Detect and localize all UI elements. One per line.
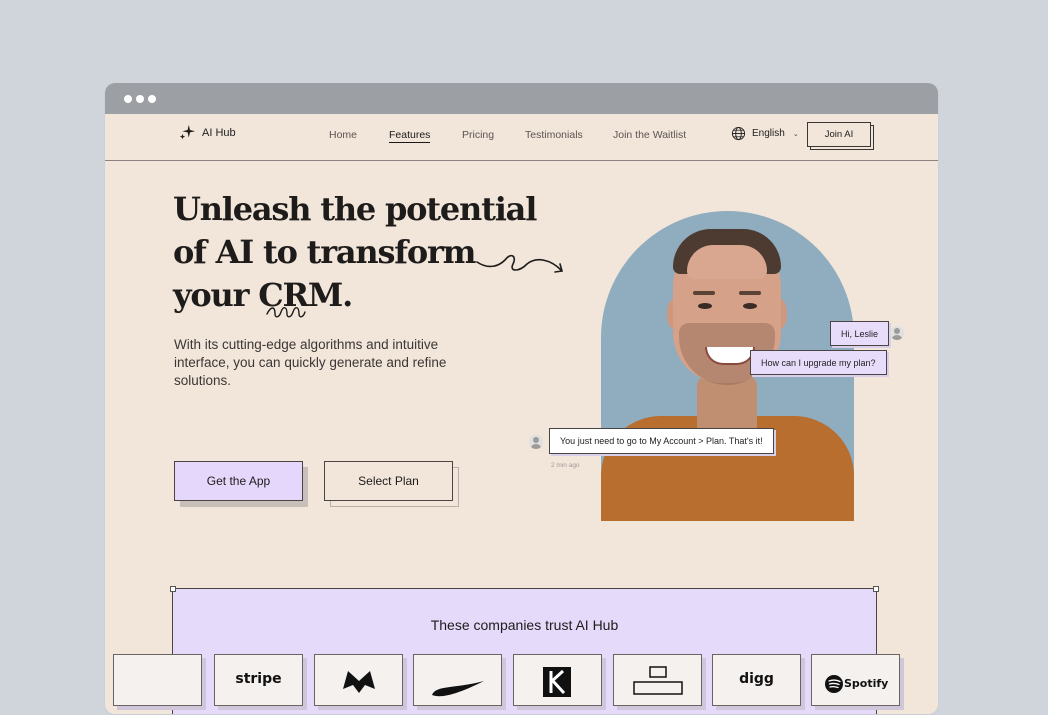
globe-icon — [731, 126, 746, 141]
user-avatar-icon — [890, 326, 904, 340]
portrait-eye — [698, 303, 712, 309]
hero-title-line: Unleash the potential — [173, 190, 537, 228]
chat-bubble-greeting: Hi, Leslie — [830, 321, 890, 346]
companies-section: These companies trust AI Hub stripe digg… — [113, 586, 900, 714]
join-ai-button[interactable]: Join AI — [807, 122, 871, 147]
selection-handle[interactable] — [170, 586, 176, 592]
get-app-button[interactable]: Get the App — [174, 461, 303, 501]
company-logo-mark — [314, 654, 403, 706]
company-logo-stripe: stripe — [214, 654, 303, 706]
k-logo-icon — [543, 667, 571, 697]
sparkle-icon — [179, 124, 196, 140]
browser-titlebar — [105, 83, 938, 114]
landing-page: AI Hub Home Features Pricing Testimonial… — [105, 114, 938, 714]
chat-timestamp: 2 min ago — [551, 462, 580, 469]
select-plan-button[interactable]: Select Plan — [324, 461, 453, 501]
nike-logo-icon — [432, 681, 484, 697]
hero-subtitle: With its cutting-edge algorithms and int… — [174, 337, 447, 388]
portrait-eye — [743, 303, 757, 309]
portrait-neck — [697, 376, 757, 436]
top-nav: AI Hub Home Features Pricing Testimonial… — [105, 114, 938, 161]
company-logo-digg: digg — [712, 654, 801, 706]
join-ai-button-wrap: Join AI — [807, 122, 874, 150]
get-app-button-wrap: Get the App — [174, 461, 310, 507]
select-plan-button-wrap: Select Plan — [324, 461, 460, 507]
nav-link-testimonials[interactable]: Testimonials — [525, 129, 583, 141]
company-logo-spotify: Spotify — [811, 654, 900, 706]
nav-link-home[interactable]: Home — [329, 129, 357, 141]
spotify-logo-text: Spotify — [844, 677, 889, 690]
language-selector[interactable]: English ⌄ — [731, 126, 799, 141]
company-logo-k — [513, 654, 602, 706]
chevron-down-icon: ⌄ — [792, 130, 799, 138]
chat-bubble-question: How can I upgrade my plan? — [750, 350, 887, 375]
portrait-forehead — [687, 245, 767, 279]
window-dot — [148, 95, 156, 103]
nav-link-features[interactable]: Features — [389, 129, 431, 143]
company-logo-nike — [413, 654, 502, 706]
nav-link-pricing[interactable]: Pricing — [462, 129, 494, 141]
logo-text: AI Hub — [202, 127, 236, 139]
underline-squiggle-icon — [266, 307, 306, 318]
chat-bubble-answer: You just need to go to My Account > Plan… — [549, 428, 774, 454]
window-dot — [136, 95, 144, 103]
stripe-logo-text: stripe — [235, 671, 282, 687]
fox-logo-icon — [343, 671, 375, 693]
logo[interactable]: AI Hub — [178, 124, 236, 142]
companies-title: These companies trust AI Hub — [430, 617, 619, 633]
digg-logo-text: digg — [739, 671, 774, 687]
company-logo-card — [113, 654, 202, 706]
portrait-brow — [693, 291, 715, 295]
agent-avatar-icon — [529, 435, 543, 449]
nav-link-waitlist[interactable]: Join the Waitlist — [613, 129, 686, 141]
beyond-logo-icon — [633, 666, 683, 695]
company-logo-beyond — [613, 654, 702, 706]
browser-window: AI Hub Home Features Pricing Testimonial… — [105, 83, 938, 714]
portrait-brow — [739, 291, 761, 295]
language-label: English — [752, 128, 785, 139]
window-dot — [124, 95, 132, 103]
squiggle-arrow-icon — [476, 254, 564, 273]
selection-handle[interactable] — [873, 586, 879, 592]
